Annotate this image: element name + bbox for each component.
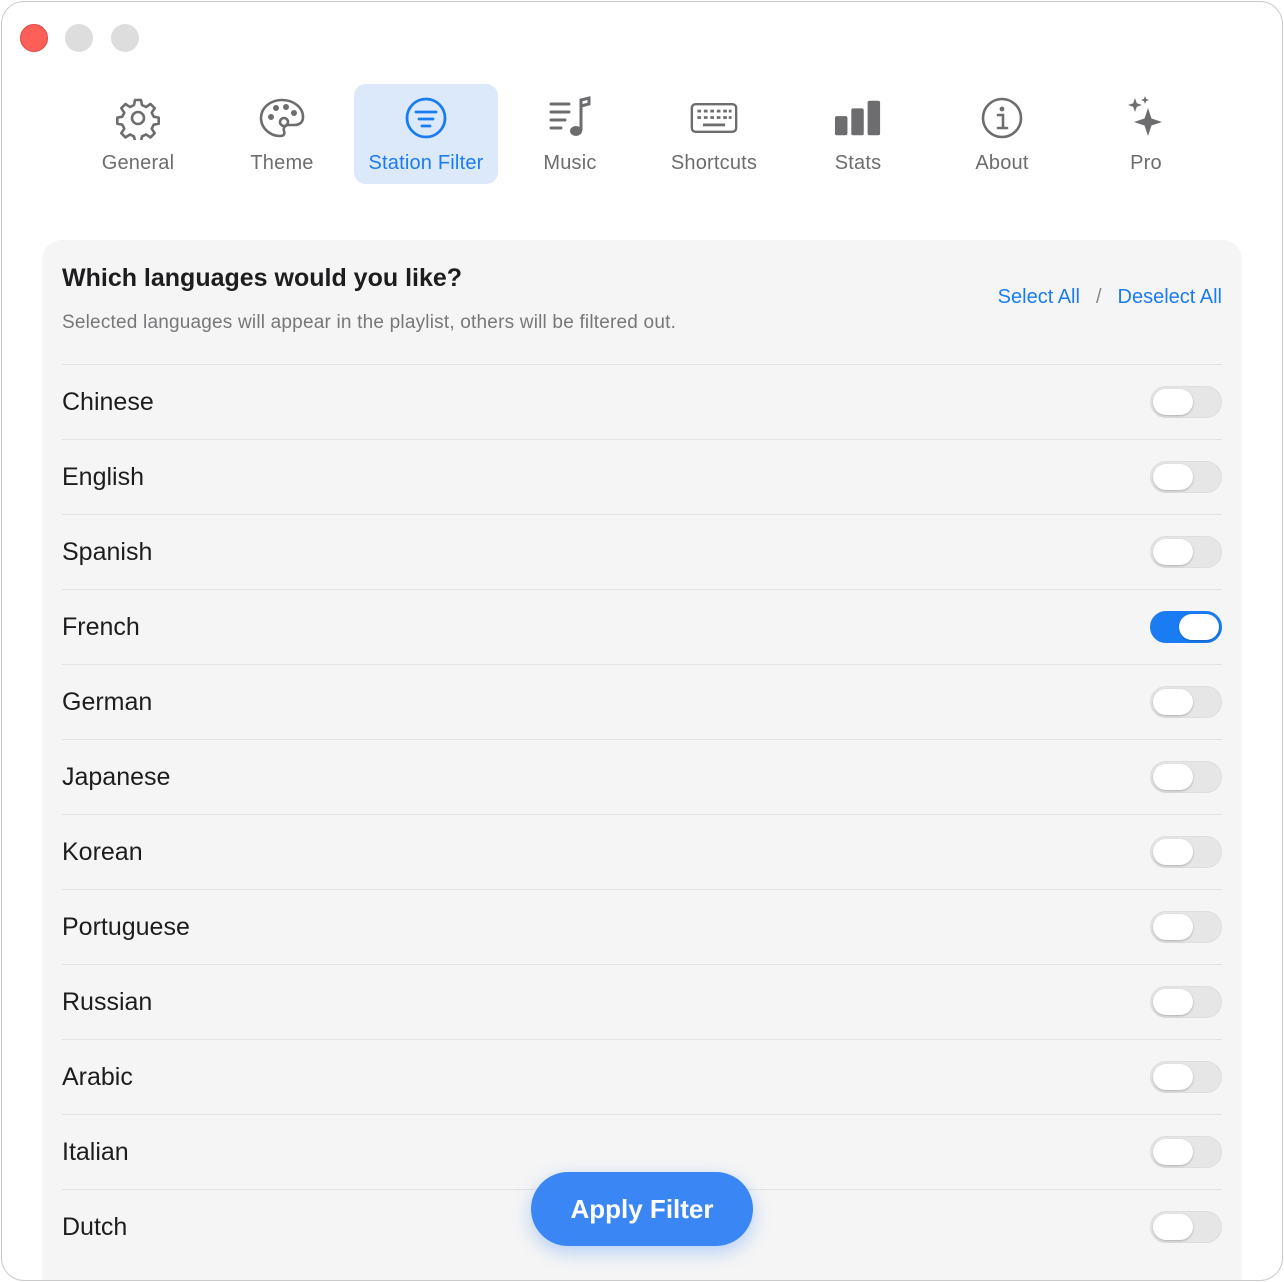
language-row: Russian (62, 964, 1222, 1039)
language-row: Spanish (62, 514, 1222, 589)
language-toggle-korean[interactable] (1150, 836, 1222, 868)
select-all-link[interactable]: Select All (998, 286, 1080, 309)
tab-label: Shortcuts (670, 152, 758, 174)
tab-label: Pro (1130, 152, 1162, 174)
tab-label: Stats (834, 152, 882, 174)
toggle-knob (1153, 1064, 1193, 1090)
toggle-knob (1153, 839, 1193, 865)
tab-music[interactable]: Music (498, 84, 642, 184)
language-toggle-french[interactable] (1150, 611, 1222, 643)
language-row: Korean (62, 814, 1222, 889)
tab-pro[interactable]: Pro (1074, 84, 1218, 184)
toggle-knob (1153, 1139, 1193, 1165)
toggle-knob (1153, 539, 1193, 565)
language-toggle-spanish[interactable] (1150, 536, 1222, 568)
language-toggle-dutch[interactable] (1150, 1211, 1222, 1243)
language-row: English (62, 439, 1222, 514)
tab-label: General (101, 152, 175, 174)
language-toggle-arabic[interactable] (1150, 1061, 1222, 1093)
language-name: Russian (62, 987, 153, 1016)
tab-label: Theme (250, 152, 314, 174)
toggle-knob (1179, 614, 1219, 640)
apply-filter-button[interactable]: Apply Filter (531, 1172, 753, 1246)
language-filter-panel: Which languages would you like? Selected… (42, 240, 1242, 1280)
tab-station-filter[interactable]: Station Filter (354, 84, 498, 184)
minimize-window-button[interactable] (65, 24, 93, 52)
toggle-knob (1153, 914, 1193, 940)
preferences-toolbar: General Theme Station Filter Music Short… (2, 84, 1282, 188)
language-name: Spanish (62, 537, 153, 566)
language-name: Arabic (62, 1062, 133, 1091)
language-name: German (62, 687, 153, 716)
close-window-button[interactable] (20, 24, 48, 52)
language-toggle-russian[interactable] (1150, 986, 1222, 1018)
tab-label: About (975, 152, 1029, 174)
language-name: Japanese (62, 762, 171, 791)
maximize-window-button[interactable] (111, 24, 139, 52)
language-row: Japanese (62, 739, 1222, 814)
language-list: Chinese English Spanish French German Ja… (62, 364, 1222, 1264)
filter-icon (402, 94, 450, 142)
deselect-all-link[interactable]: Deselect All (1118, 286, 1223, 309)
language-name: Portuguese (62, 912, 190, 941)
palette-icon (258, 94, 306, 142)
gear-icon (114, 94, 162, 142)
sparkles-icon (1122, 94, 1170, 142)
tab-about[interactable]: About (930, 84, 1074, 184)
toggle-knob (1153, 989, 1193, 1015)
bulk-actions: Select All / Deselect All (998, 286, 1222, 309)
toggle-knob (1153, 389, 1193, 415)
language-name: Korean (62, 837, 143, 866)
language-row: French (62, 589, 1222, 664)
music-list-icon (546, 94, 594, 142)
tab-shortcuts[interactable]: Shortcuts (642, 84, 786, 184)
language-name: Dutch (62, 1212, 128, 1241)
language-row: German (62, 664, 1222, 739)
language-row: Chinese (62, 364, 1222, 439)
language-name: Chinese (62, 387, 154, 416)
language-row: Arabic (62, 1039, 1222, 1114)
preferences-window: General Theme Station Filter Music Short… (2, 2, 1282, 1280)
toggle-knob (1153, 1214, 1193, 1240)
panel-subtitle: Selected languages will appear in the pl… (62, 312, 677, 333)
toggle-knob (1153, 689, 1193, 715)
bar-chart-icon (834, 94, 882, 142)
tab-general[interactable]: General (66, 84, 210, 184)
language-toggle-english[interactable] (1150, 461, 1222, 493)
language-toggle-italian[interactable] (1150, 1136, 1222, 1168)
tab-stats[interactable]: Stats (786, 84, 930, 184)
language-toggle-chinese[interactable] (1150, 386, 1222, 418)
language-toggle-japanese[interactable] (1150, 761, 1222, 793)
language-toggle-german[interactable] (1150, 686, 1222, 718)
tab-theme[interactable]: Theme (210, 84, 354, 184)
language-toggle-portuguese[interactable] (1150, 911, 1222, 943)
toggle-knob (1153, 464, 1193, 490)
separator: / (1095, 286, 1102, 308)
info-icon (978, 94, 1026, 142)
language-name: English (62, 462, 144, 491)
keyboard-icon (690, 94, 738, 142)
language-name: Italian (62, 1137, 129, 1166)
language-name: French (62, 612, 140, 641)
language-row: Portuguese (62, 889, 1222, 964)
toggle-knob (1153, 764, 1193, 790)
tab-label: Music (543, 152, 597, 174)
panel-title: Which languages would you like? (62, 264, 463, 292)
tab-label: Station Filter (368, 152, 484, 174)
